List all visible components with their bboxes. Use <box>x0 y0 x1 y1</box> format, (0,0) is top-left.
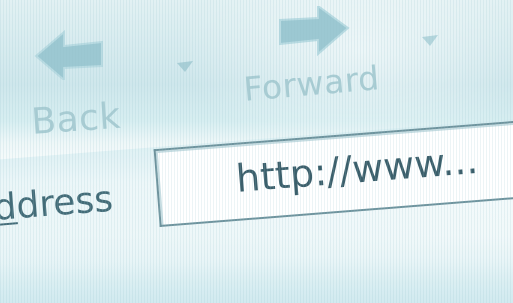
forward-arrow-icon <box>279 6 350 57</box>
forward-dropdown-icon[interactable] <box>420 34 440 48</box>
back-arrow-icon <box>34 29 103 80</box>
lower-band <box>0 262 513 303</box>
address-label-suffix: dress <box>14 178 115 228</box>
back-dropdown-icon[interactable] <box>175 60 195 74</box>
browser-screen: Back Forward ddress http://www... <box>0 0 513 303</box>
address-value: http://www... <box>234 137 480 201</box>
